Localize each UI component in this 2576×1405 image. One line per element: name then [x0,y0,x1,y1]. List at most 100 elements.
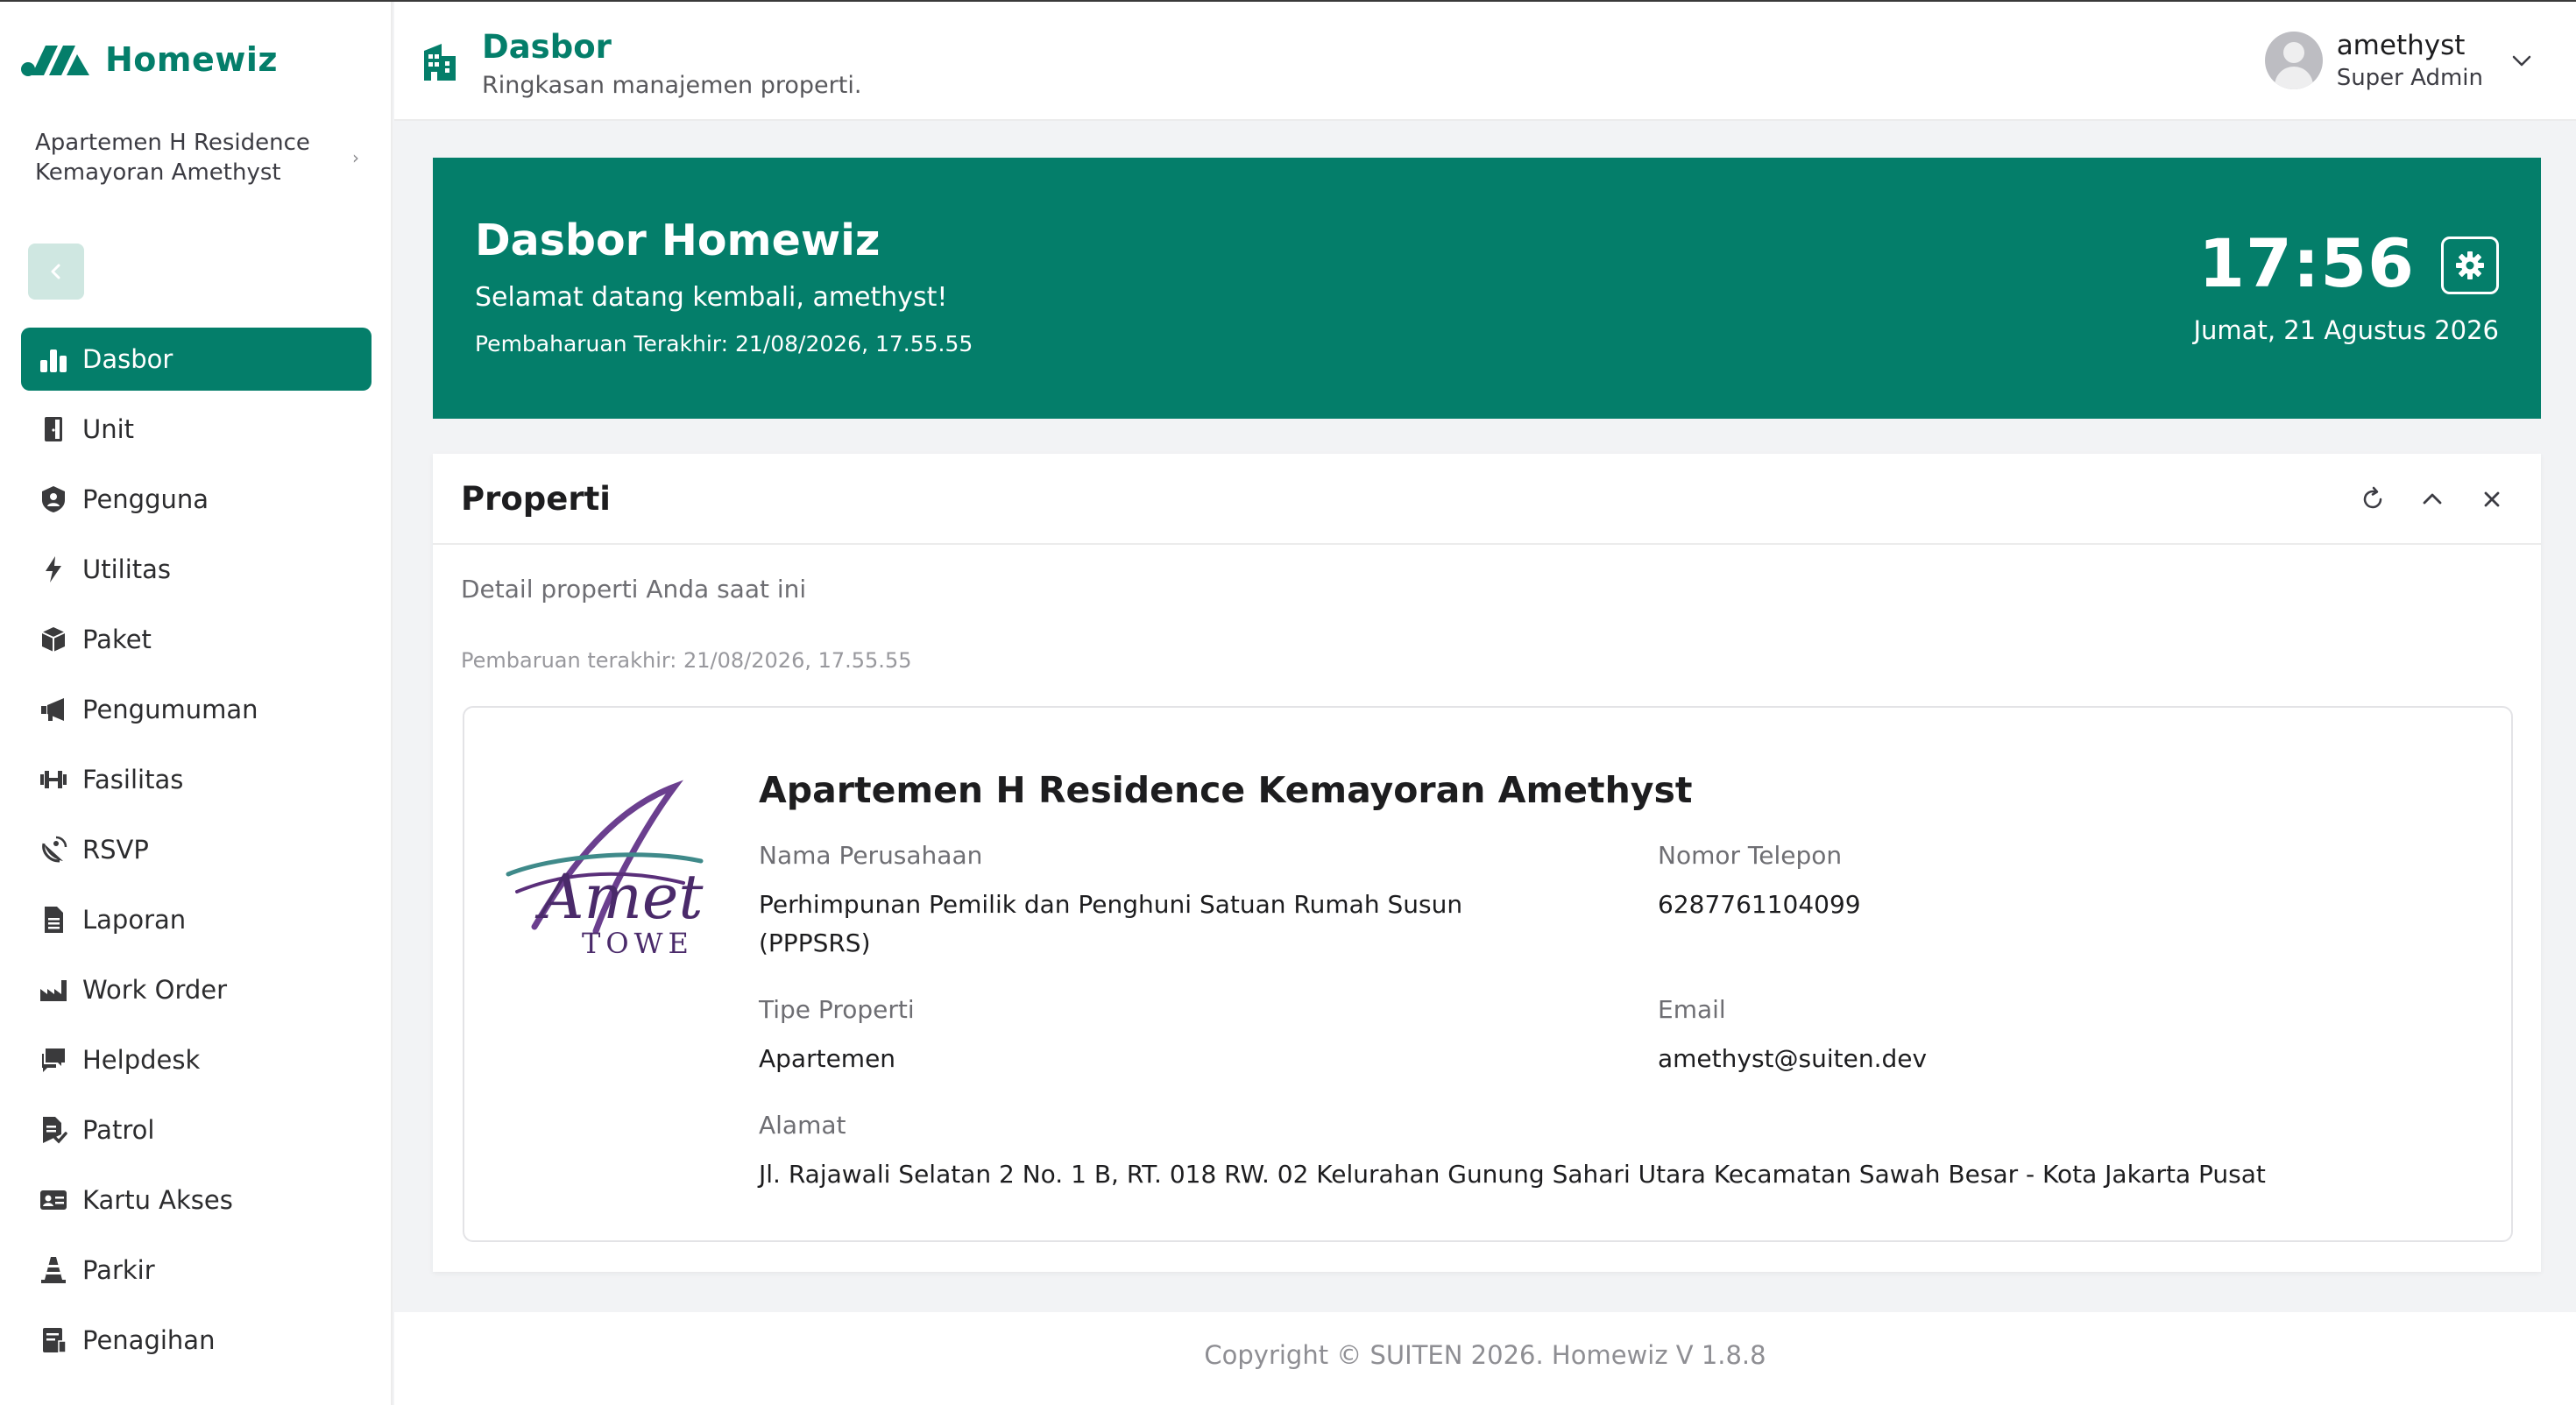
close-icon [2484,491,2500,507]
sidebar-item-pengumuman[interactable]: Pengumuman [21,678,372,741]
sidebar-item-label: Patrol [82,1115,155,1145]
user-menu[interactable]: amethyst Super Admin [2264,30,2534,91]
email-value: amethyst@suiten.dev [1658,1044,1928,1073]
brand[interactable]: Homewiz [19,39,278,81]
email-field: Email amethyst@suiten.dev [1658,995,2271,1078]
sidebar-item-label: Parkir [82,1255,155,1285]
email-label: Email [1658,995,1726,1024]
sidebar-item-kartu-akses[interactable]: Kartu Akses [21,1168,372,1232]
property-selector-name: Apartemen H Residence Kemayoran Amethyst [35,130,310,186]
company-value: Perhimpunan Pemilik dan Penghuni Satuan … [759,890,1463,957]
sidebar-item-rsvp[interactable]: RSVP [21,818,372,881]
door-icon [37,413,70,446]
bolt-icon [37,553,70,586]
satellite-dish-icon [37,833,70,866]
sidebar-item-label: Pengguna [82,484,209,514]
refresh-button[interactable] [2357,484,2388,515]
property-card-title: Properti [461,480,611,518]
phone-value: 6287761104099 [1658,890,1861,919]
company-label: Nama Perusahaan [759,841,983,870]
sidebar-item-utilitas[interactable]: Utilitas [21,538,372,601]
sidebar-item-label: Penagihan [82,1325,216,1355]
property-card-header: Properti [433,454,2541,545]
clock-date: Jumat, 21 Agustus 2026 [2193,315,2500,345]
id-card-icon [37,1183,70,1217]
clock-time: 17:56 [2198,224,2415,302]
banner-last-updated: Pembaharuan Terakhir: 21/08/2026, 17.55.… [475,331,973,357]
property-type-value: Apartemen [759,1044,896,1073]
close-card-button[interactable] [2476,484,2508,515]
property-selector[interactable]: Apartemen H Residence Kemayoran Amethyst… [35,128,359,187]
address-value: Jl. Rajawali Selatan 2 No. 1 B, RT. 018 … [759,1160,2266,1189]
sidebar-item-helpdesk[interactable]: Helpdesk [21,1028,372,1091]
file-check-icon [37,1113,70,1147]
dumbbell-icon [37,763,70,796]
homewiz-logo-icon [21,46,89,76]
footer-copyright: Copyright © SUITEN 2026. Homewiz V 1.8.8 [1204,1340,1766,1370]
sidebar-item-paket[interactable]: Paket [21,608,372,671]
sidebar-item-label: Dasbor [82,344,173,374]
property-card-last-updated: Pembaruan terakhir: 21/08/2026, 17.55.55 [461,648,912,673]
sidebar-item-fasilitas[interactable]: Fasilitas [21,748,372,811]
logo-subtext: TOWE [582,927,694,960]
property-type-label: Tipe Properti [759,995,915,1024]
sidebar-nav: Dasbor Unit Pengguna Utilitas Paket Peng… [21,328,372,1379]
sidebar-item-work-order[interactable]: Work Order [21,958,372,1021]
sidebar-item-label: Helpdesk [82,1045,201,1075]
page-subtitle: Ringkasan manajemen properti. [482,72,862,99]
banner-welcome: Selamat datang kembali, amethyst! [475,282,948,313]
sidebar-item-label: RSVP [82,835,149,865]
property-name: Apartemen H Residence Kemayoran Amethyst [759,769,1693,811]
sidebar-item-label: Fasilitas [82,765,184,794]
property-details: Amet TOWE Apartemen H Residence Kemayora… [463,706,2513,1242]
sidebar-item-unit[interactable]: Unit [21,398,372,461]
user-role: Super Admin [2336,65,2483,91]
sidebar-item-label: Unit [82,414,135,444]
gear-icon [2456,251,2484,279]
brand-name: Homewiz [105,40,279,79]
property-type-field: Tipe Properti Apartemen [759,995,1547,1078]
chevron-left-icon [51,264,60,279]
document-icon [37,903,70,936]
top-header: Dasbor Ringkasan manajemen properti. ame… [394,2,2576,121]
clock-settings-button[interactable] [2441,237,2499,294]
sidebar-item-label: Work Order [82,975,228,1005]
property-card-description: Detail properti Anda saat ini [461,575,807,604]
traffic-cone-icon [37,1253,70,1287]
sidebar-item-penagihan[interactable]: Penagihan [21,1309,372,1372]
card-tools [2329,484,2508,515]
industry-icon [37,973,70,1006]
sidebar-item-pengguna[interactable]: Pengguna [21,468,372,531]
building-icon [424,44,456,81]
sidebar-item-label: Laporan [82,905,187,935]
collapse-card-button[interactable] [2417,484,2448,515]
refresh-icon [2363,486,2382,509]
footer: Copyright © SUITEN 2026. Homewiz V 1.8.8 [394,1312,2576,1405]
phone-label: Nomor Telepon [1658,841,1843,870]
company-field: Nama Perusahaan Perhimpunan Pemilik dan … [759,841,1547,963]
sidebar-item-laporan[interactable]: Laporan [21,888,372,951]
address-label: Alamat [759,1111,846,1140]
sidebar-item-label: Paket [82,625,152,654]
sidebar-item-label: Pengumuman [82,695,258,724]
property-logo: Amet TOWE [506,780,704,960]
sidebar-item-label: Kartu Akses [82,1185,233,1215]
sidebar-collapse-button[interactable] [28,244,84,300]
phone-field: Nomor Telepon 6287761104099 [1658,841,2271,924]
sidebar-item-dasbor[interactable]: Dasbor [21,328,372,391]
logo-text: Amet [534,861,704,933]
property-card: Properti Detail properti Anda saat ini P… [433,454,2541,1272]
chat-icon [37,1043,70,1077]
sidebar-item-label: Utilitas [82,554,172,584]
banner-title: Dasbor Homewiz [475,215,881,265]
megaphone-icon [37,693,70,726]
welcome-banner: Dasbor Homewiz Selamat datang kembali, a… [433,158,2541,419]
page-title: Dasbor [482,28,612,66]
chevron-right-icon: › [352,147,359,168]
sidebar-item-parkir[interactable]: Parkir [21,1239,372,1302]
sidebar: Homewiz Apartemen H Residence Kemayoran … [0,2,393,1405]
sidebar-item-patrol[interactable]: Patrol [21,1098,372,1161]
bar-chart-icon [37,342,70,376]
user-name: amethyst [2336,30,2466,61]
user-lock-icon [37,483,70,516]
